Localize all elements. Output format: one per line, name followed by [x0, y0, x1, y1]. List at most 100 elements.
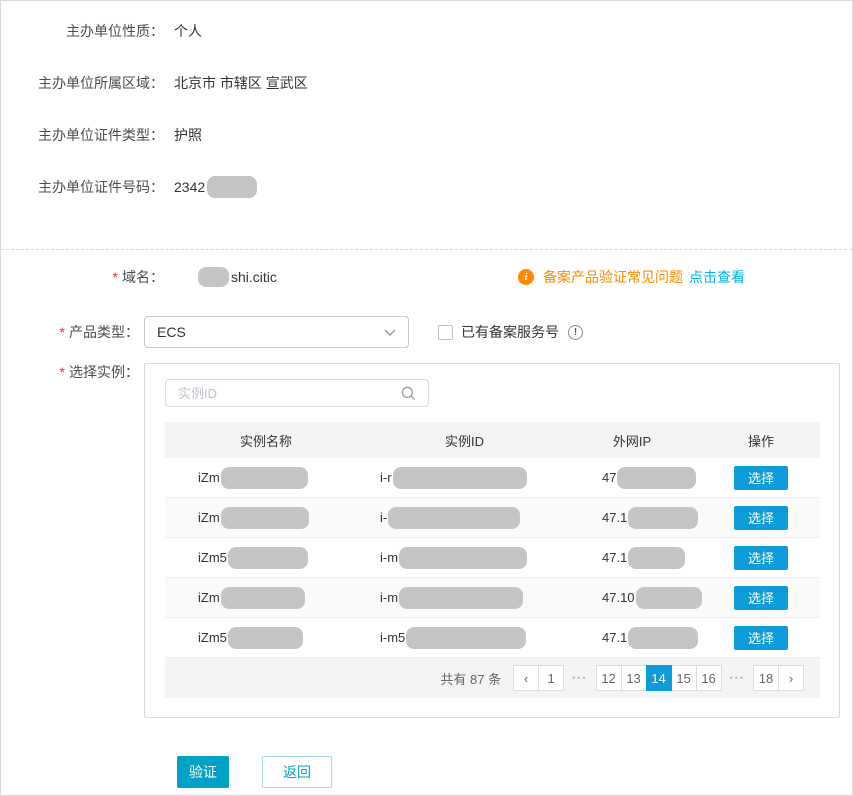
pagination-ellipsis: •••: [572, 673, 587, 683]
info-row-cert-type: 主办单位证件类型： 护照: [1, 123, 852, 147]
redacted-value: [228, 547, 308, 569]
domain-label-box: * 域名：: [1, 267, 164, 287]
service-number-label: 已有备案服务号: [461, 322, 559, 342]
pagination-page-16[interactable]: 16: [696, 665, 722, 691]
redacted-value: [636, 587, 702, 609]
table-row: iZm5 i-m 47.1 选择: [165, 538, 820, 578]
instance-id-prefix: i-: [380, 510, 387, 525]
redacted-value: [628, 547, 685, 569]
pagination-page-15[interactable]: 15: [671, 665, 697, 691]
cert-type-label: 主办单位证件类型：: [1, 125, 164, 145]
instance-id-prefix: i-m: [380, 550, 398, 565]
faq-text: 备案产品验证常见问题: [543, 267, 683, 287]
instance-label-row: * 选择实例：: [1, 362, 139, 382]
faq-view-link[interactable]: 点击查看: [689, 267, 745, 287]
public-ip-prefix: 47: [602, 470, 616, 485]
verify-button[interactable]: 验证: [177, 756, 229, 788]
cert-number-value: 2342: [174, 176, 257, 198]
table-row: iZm i-m 47.10 选择: [165, 578, 820, 618]
cert-number-visible: 2342: [174, 179, 205, 195]
instance-name-prefix: iZm: [198, 510, 220, 525]
public-ip-prefix: 47.1: [602, 510, 627, 525]
info-row-org-nature: 主办单位性质： 个人: [1, 19, 852, 43]
product-type-row: * 产品类型： ECS 已有备案服务号: [1, 316, 852, 348]
required-asterisk: *: [113, 269, 118, 285]
chevron-down-icon: [384, 329, 396, 336]
table-footer-pagination: 共有 87 条 ‹ 1 ••• 12 13 14 15 16 ••• 18 ›: [165, 658, 820, 698]
section-divider: [1, 249, 852, 250]
redacted-value: [399, 587, 523, 609]
redacted-value: [221, 467, 308, 489]
public-ip-prefix: 47.10: [602, 590, 635, 605]
instance-picker-panel: 实例名称 实例ID 外网IP 操作 iZm i-r 47 选择 iZm i- 4…: [144, 363, 840, 718]
info-circle-icon: [518, 269, 534, 285]
instance-table: 实例名称 实例ID 外网IP 操作 iZm i-r 47 选择 iZm i- 4…: [165, 422, 820, 698]
warning-circle-icon[interactable]: [568, 325, 583, 340]
org-nature-label: 主办单位性质：: [1, 21, 164, 41]
instance-table-header: 实例名称 实例ID 外网IP 操作: [165, 422, 820, 458]
instance-search-input[interactable]: [166, 380, 401, 406]
redacted-value: [393, 467, 527, 489]
info-row-org-region: 主办单位所属区域： 北京市 市辖区 宣武区: [1, 71, 852, 95]
redacted-value: [399, 547, 527, 569]
header-instance-name: 实例名称: [165, 431, 367, 450]
redacted-value: [406, 627, 526, 649]
pagination-page-12[interactable]: 12: [596, 665, 622, 691]
public-ip-prefix: 47.1: [602, 630, 627, 645]
faq-hint: 备案产品验证常见问题 点击查看: [518, 267, 745, 287]
instance-id-prefix: i-r: [380, 470, 392, 485]
org-region-value: 北京市 市辖区 宣武区: [174, 73, 308, 93]
org-region-label: 主办单位所属区域：: [1, 73, 164, 93]
table-row: iZm5 i-m5 47.1 选择: [165, 618, 820, 658]
pagination-next-button[interactable]: ›: [778, 665, 804, 691]
info-row-cert-number: 主办单位证件号码： 2342: [1, 175, 852, 199]
instance-search-box: [165, 379, 429, 407]
redacted-value: [207, 176, 257, 198]
search-icon[interactable]: [401, 386, 416, 401]
redacted-value: [388, 507, 520, 529]
select-button[interactable]: 选择: [734, 546, 788, 570]
redacted-value: [228, 627, 303, 649]
header-public-ip: 外网IP: [562, 431, 702, 450]
redacted-value: [628, 627, 698, 649]
header-instance-id: 实例ID: [367, 431, 562, 450]
instance-name-prefix: iZm5: [198, 630, 227, 645]
header-action: 操作: [702, 431, 820, 450]
instance-name-prefix: iZm5: [198, 550, 227, 565]
redacted-value: [628, 507, 698, 529]
instance-label-box: * 选择实例：: [1, 362, 139, 382]
domain-value: shi.citic: [231, 269, 277, 285]
instance-name-prefix: iZm: [198, 590, 220, 605]
table-row: iZm i- 47.1 选择: [165, 498, 820, 538]
select-button[interactable]: 选择: [734, 586, 788, 610]
product-type-selected-value: ECS: [157, 324, 384, 340]
icp-filing-form-page: 主办单位性质： 个人 主办单位所属区域： 北京市 市辖区 宣武区 主办单位证件类…: [0, 0, 853, 796]
pagination-page-18[interactable]: 18: [753, 665, 779, 691]
org-nature-value: 个人: [174, 21, 202, 41]
instance-label: 选择实例：: [69, 362, 139, 382]
instance-name-prefix: iZm: [198, 470, 220, 485]
public-ip-prefix: 47.1: [602, 550, 627, 565]
redacted-domain-prefix: [198, 267, 229, 287]
pagination-page-13[interactable]: 13: [621, 665, 647, 691]
domain-label: 域名：: [122, 267, 164, 287]
select-button[interactable]: 选择: [734, 506, 788, 530]
pagination-page-1[interactable]: 1: [538, 665, 564, 691]
product-type-select[interactable]: ECS: [144, 316, 409, 348]
back-button[interactable]: 返回: [262, 756, 332, 788]
instance-id-prefix: i-m5: [380, 630, 405, 645]
redacted-value: [617, 467, 696, 489]
instance-id-prefix: i-m: [380, 590, 398, 605]
select-button[interactable]: 选择: [734, 466, 788, 490]
pagination-page-14-active[interactable]: 14: [646, 665, 672, 691]
pagination-prev-button[interactable]: ‹: [513, 665, 539, 691]
select-button[interactable]: 选择: [734, 626, 788, 650]
product-type-label: 产品类型：: [69, 322, 139, 342]
redacted-value: [221, 507, 309, 529]
required-asterisk: *: [60, 364, 65, 380]
redacted-value: [221, 587, 305, 609]
service-number-checkbox[interactable]: [438, 325, 453, 340]
pagination-ellipsis: •••: [730, 673, 745, 683]
cert-type-value: 护照: [174, 125, 202, 145]
total-count: 共有 87 条: [440, 669, 501, 688]
